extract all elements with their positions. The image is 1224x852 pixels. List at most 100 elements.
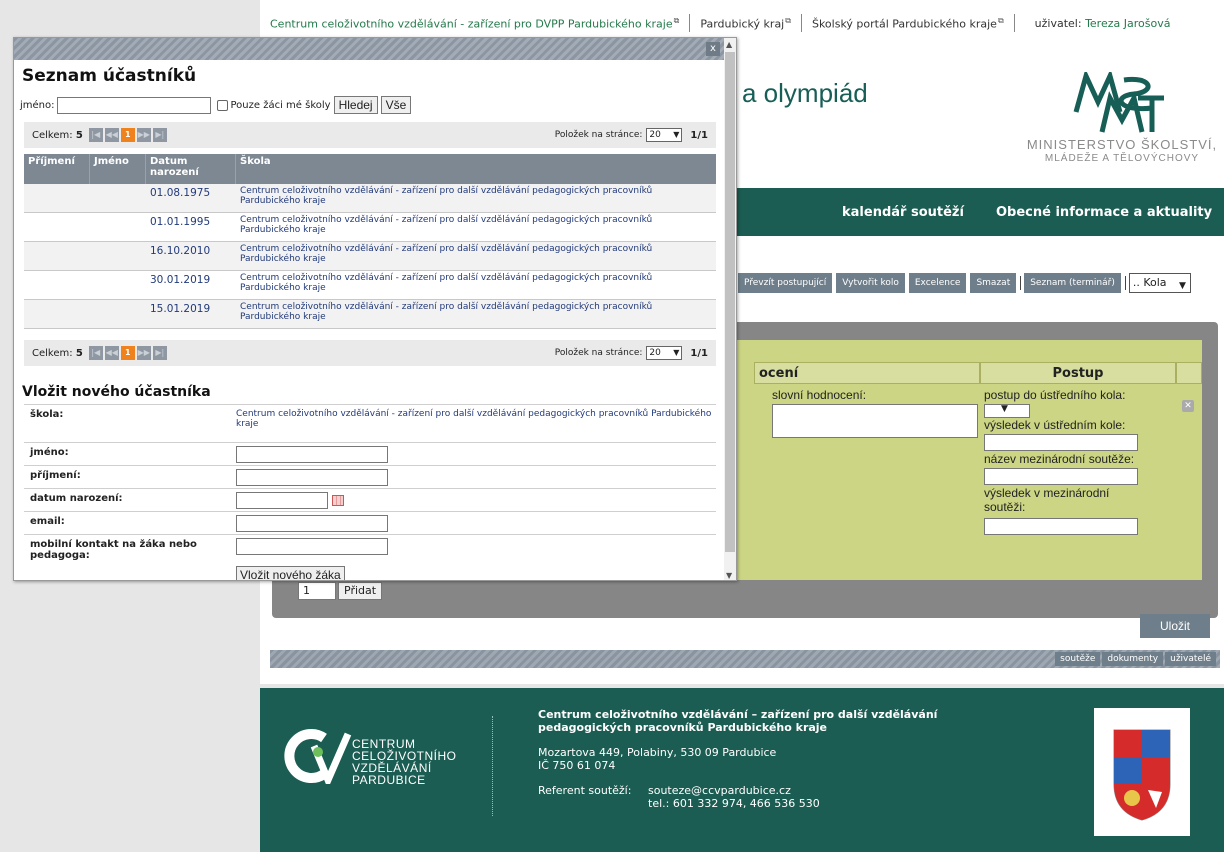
page-heading: a olympiád xyxy=(742,78,868,108)
round-select[interactable]: .. Kola ▼ xyxy=(1128,273,1191,293)
only-my-school-checkbox[interactable] xyxy=(216,99,228,111)
next-page-icon[interactable]: ▶▶ xyxy=(136,346,151,360)
row-school-link[interactable]: Centrum celoživotního vzdělávání - zaříz… xyxy=(236,213,716,241)
vysledek-mezinarodni-label: výsledek v mezinárodní soutěži: xyxy=(984,486,1110,514)
col-jmeno[interactable]: Jméno xyxy=(90,154,146,184)
save-button[interactable]: Uložit xyxy=(1140,614,1210,638)
skola-label: škola: xyxy=(30,409,64,420)
table-row[interactable]: 30.01.2019 Centrum celoživotního vzděláv… xyxy=(24,271,716,300)
page-number[interactable]: 1 xyxy=(120,346,135,360)
table-row[interactable]: 16.10.2010 Centrum celoživotního vzděláv… xyxy=(24,242,716,271)
footer-referent: Referent soutěží: souteze@ccvpardubice.c… xyxy=(538,784,820,810)
last-page-icon[interactable]: ▶| xyxy=(152,128,167,142)
table-row[interactable]: 01.01.1995 Centrum celoživotního vzděláv… xyxy=(24,213,716,242)
site-footer: CENTRUM CELOŽIVOTNÍHO VZDĚLÁVÁNÍ PARDUBI… xyxy=(260,688,1224,852)
participants-dialog: x ▲ ▼ Seznam účastníků jméno: Pouze žáci… xyxy=(13,37,737,581)
mobilni-kontakt-input[interactable] xyxy=(236,538,388,555)
dialog-scrollbar[interactable]: ▲ ▼ xyxy=(724,38,736,580)
seznam-terminar-button[interactable]: Seznam (terminář) xyxy=(1024,273,1121,293)
all-button[interactable]: Vše xyxy=(380,96,412,114)
divider xyxy=(689,14,691,32)
per-page-select[interactable]: 20 ▼ xyxy=(646,128,683,142)
row-school-link[interactable]: Centrum celoživotního vzdělávání - zaříz… xyxy=(236,242,716,270)
col-datum-narozeni[interactable]: Datum narození xyxy=(146,154,236,184)
external-link-icon: ⧉ xyxy=(785,15,791,25)
row-birthdate-link[interactable]: 01.08.1975 xyxy=(146,184,236,212)
participants-table: Příjmení Jméno Datum narození Škola 01.0… xyxy=(24,154,716,329)
vysledek-mezinarodni-input[interactable] xyxy=(984,518,1138,535)
col-prijmeni[interactable]: Příjmení xyxy=(24,154,90,184)
next-page-icon[interactable]: ▶▶ xyxy=(136,128,151,142)
per-page-label: Položek na stránce: xyxy=(554,348,643,358)
page-info: 1/1 xyxy=(690,129,708,141)
nav-kalendar-soutezi[interactable]: kalendář soutěží xyxy=(842,205,964,220)
divider xyxy=(1020,276,1022,290)
dialog-titlebar[interactable]: x xyxy=(14,38,726,60)
last-page-icon[interactable]: ▶| xyxy=(152,346,167,360)
prev-page-icon[interactable]: ◀◀ xyxy=(104,128,119,142)
bottom-link-uzivatele[interactable]: uživatelé xyxy=(1165,652,1216,666)
delete-icon[interactable]: ✕ xyxy=(1182,400,1194,412)
row-birthdate-link[interactable]: 30.01.2019 xyxy=(146,271,236,299)
count-select[interactable]: 1 xyxy=(298,582,336,600)
table-header: Příjmení Jméno Datum narození Škola xyxy=(24,154,716,184)
page-info: 1/1 xyxy=(690,347,708,359)
email-input[interactable] xyxy=(236,515,388,532)
form-row-datum: datum narození: xyxy=(24,488,716,511)
first-page-icon[interactable]: |◀ xyxy=(88,128,103,142)
footer-email-link[interactable]: souteze@ccvpardubice.cz xyxy=(648,784,820,797)
bottom-link-dokumenty[interactable]: dokumenty xyxy=(1102,652,1164,666)
row-birthdate-link[interactable]: 16.10.2010 xyxy=(146,242,236,270)
row-school-link[interactable]: Centrum celoživotního vzdělávání - zaříz… xyxy=(236,271,716,299)
table-row[interactable]: 15.01.2019 Centrum celoživotního vzděláv… xyxy=(24,300,716,329)
prevzit-postupujici-button[interactable]: Převzít postupující xyxy=(738,273,833,293)
link-skolsky-portal[interactable]: Školský portál Pardubického kraje⧉ xyxy=(812,16,1004,31)
user-name-link[interactable]: Tereza Jarošová xyxy=(1085,17,1170,30)
per-page-select[interactable]: 20 ▼ xyxy=(646,346,683,360)
table-row[interactable]: 01.08.1975 Centrum celoživotního vzděláv… xyxy=(24,184,716,213)
bottom-link-souteze[interactable]: soutěže xyxy=(1055,652,1101,666)
calendar-icon[interactable] xyxy=(332,495,344,506)
jmeno-input[interactable] xyxy=(236,446,388,463)
divider xyxy=(1124,276,1126,290)
vlozit-noveho-zaka-button[interactable]: Vložit nového žáka xyxy=(236,566,345,580)
scroll-down-icon[interactable]: ▼ xyxy=(726,571,732,580)
nav-obecne-informace[interactable]: Obecné informace a aktuality xyxy=(996,205,1212,220)
smazat-button[interactable]: Smazat xyxy=(970,273,1017,293)
vytvorit-kolo-button[interactable]: Vytvořit kolo xyxy=(836,273,905,293)
nazev-mezinarodni-input[interactable] xyxy=(984,468,1138,485)
row-school-link[interactable]: Centrum celoživotního vzdělávání - zaříz… xyxy=(236,300,716,328)
external-link-icon: ⧉ xyxy=(997,15,1004,25)
prijmeni-input[interactable] xyxy=(236,469,388,486)
close-icon[interactable]: x xyxy=(706,42,720,56)
scrollbar-thumb[interactable] xyxy=(725,52,735,552)
first-page-icon[interactable]: |◀ xyxy=(88,346,103,360)
row-birthdate-link[interactable]: 01.01.1995 xyxy=(146,213,236,241)
postup-select[interactable]: ▼ xyxy=(984,404,1030,418)
mobilni-kontakt-label: mobilní kontakt na žáka nebo pedagoga: xyxy=(30,539,197,561)
name-filter-input[interactable] xyxy=(56,96,211,114)
vysledek-ustredni-input[interactable] xyxy=(984,434,1138,451)
slovni-hodnoceni-textarea[interactable] xyxy=(772,404,978,438)
link-ccv[interactable]: Centrum celoživotního vzdělávání - zaříz… xyxy=(270,16,679,31)
dialog-title: Seznam účastníků xyxy=(22,66,197,86)
pager-bottom: Celkem: 5 |◀ ◀◀ 1 ▶▶ ▶| Položek na strán… xyxy=(24,340,716,366)
excelence-button[interactable]: Excelence xyxy=(908,273,967,293)
pridat-button[interactable]: Přidat xyxy=(338,582,383,600)
prijmeni-label: příjmení: xyxy=(30,470,81,481)
scroll-up-icon[interactable]: ▲ xyxy=(726,40,732,49)
prev-page-icon[interactable]: ◀◀ xyxy=(104,346,119,360)
row-birthdate-link[interactable]: 15.01.2019 xyxy=(146,300,236,328)
page-number[interactable]: 1 xyxy=(120,128,135,142)
participant-filter: jméno: Pouze žáci mé školy Hledej Vše xyxy=(20,96,412,114)
col-skola[interactable]: Škola xyxy=(236,154,716,184)
round-toolbar: Převzít postupující Vytvořit kolo Excele… xyxy=(738,273,1191,293)
divider xyxy=(1013,14,1015,32)
link-pardubicky-kraj[interactable]: Pardubický kraj⧉ xyxy=(700,16,791,31)
footer-phone: tel.: 601 332 974, 466 536 530 xyxy=(648,797,820,810)
form-row-email: email: xyxy=(24,511,716,534)
datum-narozeni-input[interactable] xyxy=(236,492,328,509)
search-button[interactable]: Hledej xyxy=(333,96,378,114)
row-school-link[interactable]: Centrum celoživotního vzdělávání - zaříz… xyxy=(236,184,716,212)
skola-value-link[interactable]: Centrum celoživotního vzdělávání - zaříz… xyxy=(236,409,716,429)
